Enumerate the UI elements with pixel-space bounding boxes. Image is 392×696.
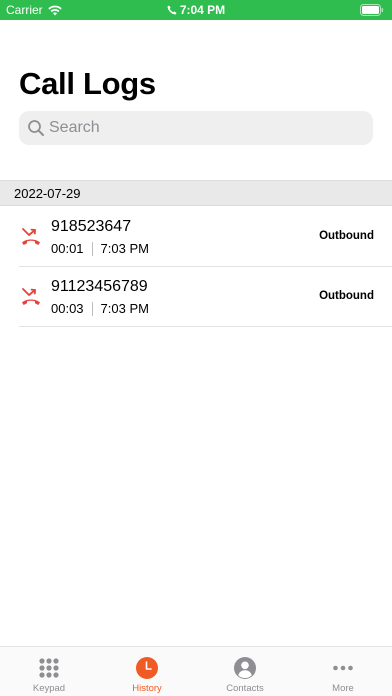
person-icon xyxy=(234,657,256,679)
tab-label: Keypad xyxy=(32,683,66,694)
search-bar[interactable] xyxy=(19,111,373,145)
tab-bar: Keypad History Contacts More xyxy=(0,646,392,696)
tab-more[interactable]: More xyxy=(294,647,392,696)
tab-contacts[interactable]: Contacts xyxy=(196,647,294,696)
time-label: 7:04 PM xyxy=(179,3,226,17)
missed-outbound-call-icon xyxy=(22,228,40,245)
call-time: 7:03 PM xyxy=(100,301,149,316)
call-meta: 00:01 7:03 PM xyxy=(51,241,149,256)
tab-keypad[interactable]: Keypad xyxy=(0,647,98,696)
search-input[interactable] xyxy=(49,119,349,137)
status-time: 7:04 PM xyxy=(0,3,392,17)
call-duration: 00:03 xyxy=(51,301,84,316)
ellipsis-icon xyxy=(333,665,353,671)
meta-divider xyxy=(91,301,93,316)
call-meta: 00:03 7:03 PM xyxy=(51,301,149,316)
phone-icon xyxy=(167,5,177,15)
meta-divider xyxy=(91,241,93,256)
call-log-row[interactable]: 91123456789 00:03 7:03 PM Outbound xyxy=(19,267,392,327)
page-title: Call Logs xyxy=(19,66,156,101)
tab-label: Contacts xyxy=(226,683,264,694)
missed-outbound-call-icon xyxy=(22,288,40,305)
call-direction: Outbound xyxy=(319,230,374,242)
call-time: 7:03 PM xyxy=(100,241,149,256)
battery-icon xyxy=(360,4,384,19)
search-icon xyxy=(28,120,44,136)
tab-history[interactable]: History xyxy=(98,647,196,696)
status-bar: Carrier 7:04 PM xyxy=(0,0,392,20)
call-direction: Outbound xyxy=(319,290,374,302)
clock-icon xyxy=(136,657,158,679)
call-number: 91123456789 xyxy=(51,278,148,295)
tab-label: History xyxy=(132,683,162,694)
call-duration: 00:01 xyxy=(51,241,84,256)
tab-label: More xyxy=(332,683,354,694)
keypad-icon xyxy=(39,658,59,678)
call-number: 918523647 xyxy=(51,218,132,235)
section-date-header: 2022-07-29 xyxy=(0,180,392,206)
call-log-row[interactable]: 918523647 00:01 7:03 PM Outbound xyxy=(19,207,392,267)
